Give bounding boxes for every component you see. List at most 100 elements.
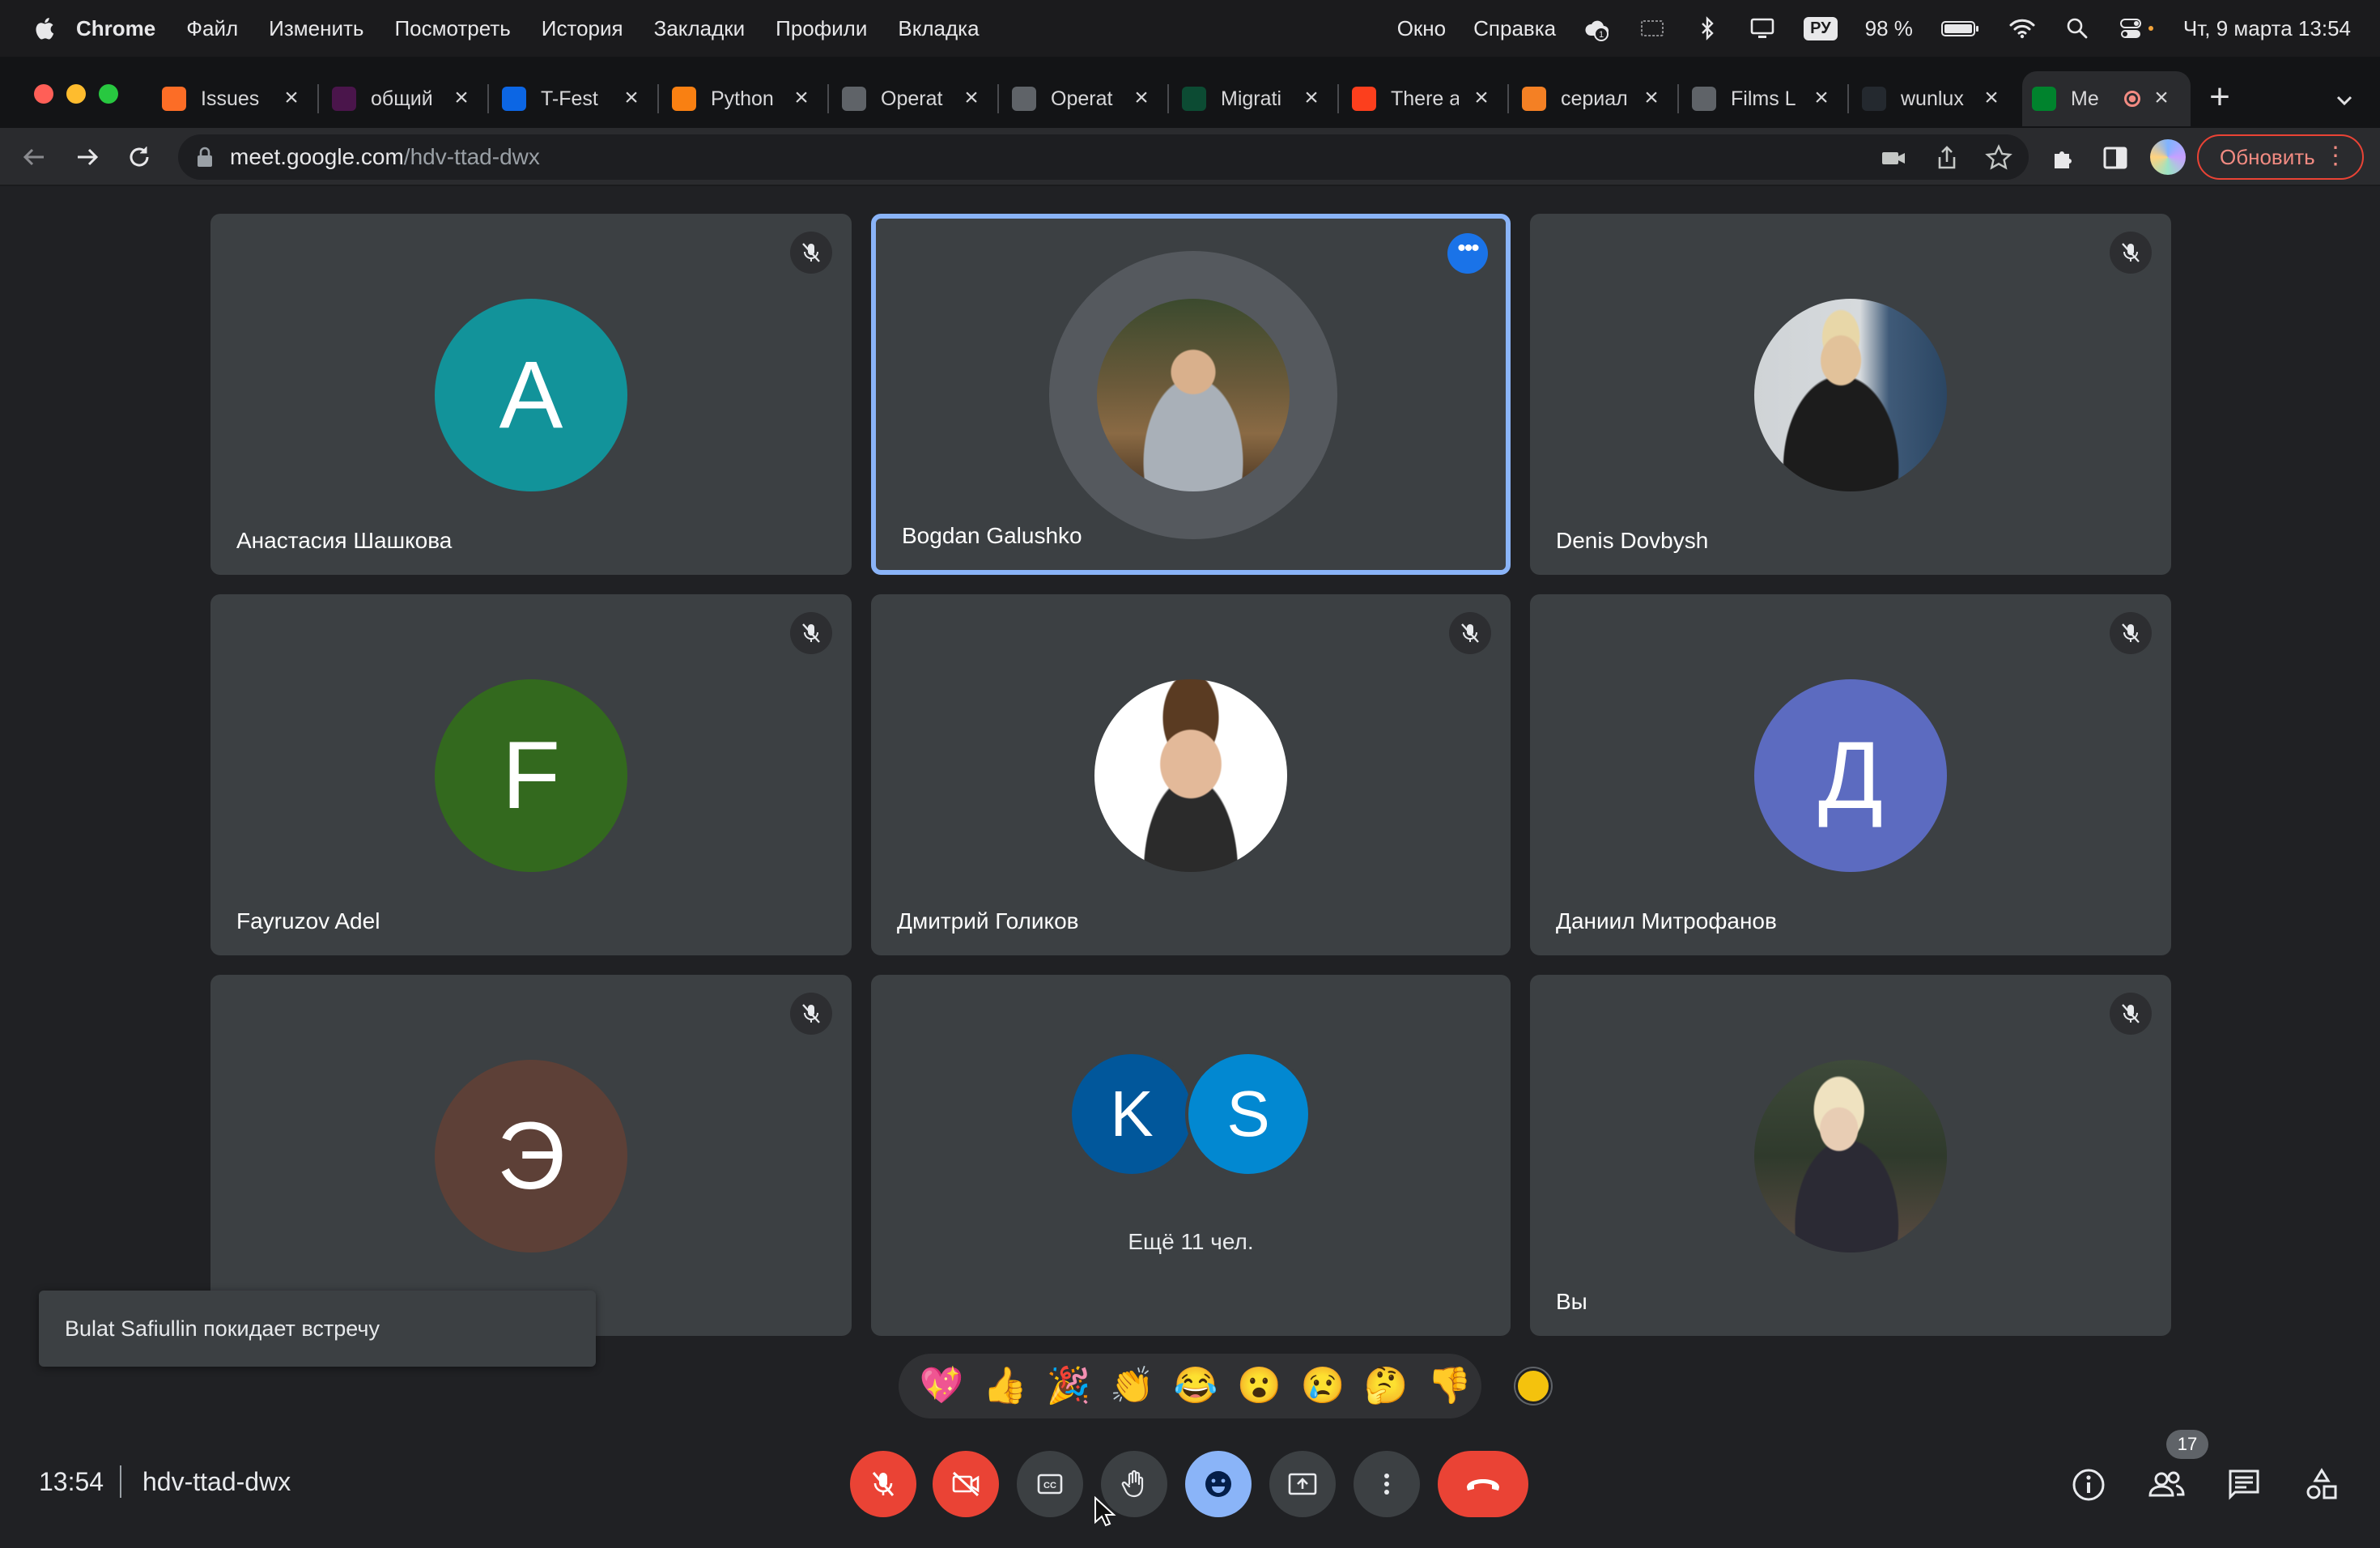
- reaction-emoji-button[interactable]: 👍: [973, 1358, 1036, 1414]
- meeting-info-icon[interactable]: [2066, 1462, 2111, 1508]
- participant-tile[interactable]: Э: [210, 975, 852, 1336]
- self-photo-avatar: [1754, 1060, 1947, 1252]
- kebab-menu-icon[interactable]: ⋮: [2323, 144, 2348, 168]
- tab-search-chevron-icon[interactable]: [2328, 84, 2361, 117]
- people-icon[interactable]: [2144, 1462, 2189, 1508]
- emoji-skin-tone-button[interactable]: [1515, 1368, 1551, 1404]
- meeting-code[interactable]: hdv-ttad-dwx: [142, 1467, 291, 1497]
- browser-tab[interactable]: Python ×: [662, 71, 831, 126]
- menu-profiles[interactable]: Профили: [776, 16, 867, 41]
- bluetooth-icon[interactable]: [1694, 15, 1721, 42]
- tab-close-icon[interactable]: ×: [1638, 86, 1664, 112]
- tab-close-icon[interactable]: ×: [1298, 86, 1324, 112]
- participant-tile-active-speaker[interactable]: ••• Bogdan Galushko: [871, 214, 1511, 575]
- tab-title: There a: [1391, 87, 1459, 110]
- reaction-emoji-button[interactable]: 👎: [1418, 1358, 1481, 1414]
- browser-tab[interactable]: Films L ×: [1682, 71, 1851, 126]
- browser-tab[interactable]: There a ×: [1342, 71, 1511, 126]
- window-close-button[interactable]: [34, 84, 53, 104]
- reaction-emoji-button[interactable]: 🤔: [1354, 1358, 1417, 1414]
- divider: [120, 1465, 121, 1498]
- bookmark-star-icon[interactable]: [1985, 144, 2012, 172]
- tab-close-icon[interactable]: ×: [1468, 86, 1494, 112]
- muted-mic-icon: [2110, 612, 2152, 654]
- tab-close-icon[interactable]: ×: [2148, 86, 2174, 112]
- browser-tab[interactable]: общий ×: [322, 71, 491, 126]
- address-bar[interactable]: meet.google.com /hdv-ttad-dwx: [178, 134, 2029, 180]
- participant-tile[interactable]: Denis Dovbysh: [1530, 214, 2171, 575]
- self-tile[interactable]: Вы: [1530, 975, 2171, 1336]
- browser-tab[interactable]: сериал ×: [1512, 71, 1681, 126]
- reaction-emoji-button[interactable]: 😢: [1291, 1358, 1354, 1414]
- battery-icon[interactable]: [1940, 15, 1981, 42]
- window-zoom-button[interactable]: [99, 84, 118, 104]
- update-chrome-button[interactable]: Обновить ⋮: [2197, 134, 2364, 180]
- back-arrow-icon[interactable]: [18, 141, 50, 173]
- menu-file[interactable]: Файл: [186, 16, 238, 41]
- tab-close-icon[interactable]: ×: [448, 86, 474, 112]
- forward-arrow-icon[interactable]: [71, 141, 104, 173]
- menu-edit[interactable]: Изменить: [269, 16, 363, 41]
- mic-toggle-button[interactable]: [850, 1451, 916, 1517]
- browser-tab[interactable]: Operat ×: [1002, 71, 1171, 126]
- participant-tile[interactable]: F Fayruzov Adel: [210, 594, 852, 955]
- reaction-emoji-button[interactable]: 💖: [910, 1358, 973, 1414]
- browser-tab[interactable]: Operat ×: [832, 71, 1001, 126]
- reaction-emoji-button[interactable]: 😮: [1227, 1358, 1290, 1414]
- tab-close-icon[interactable]: ×: [958, 86, 984, 112]
- menu-bookmarks[interactable]: Закладки: [654, 16, 746, 41]
- browser-tab[interactable]: wunlux ×: [1852, 71, 2021, 126]
- reload-icon[interactable]: [123, 141, 155, 173]
- send-reaction-button[interactable]: [1185, 1451, 1252, 1517]
- menu-help[interactable]: Справка: [1473, 16, 1556, 41]
- control-center-icon[interactable]: [2119, 15, 2156, 42]
- menu-view[interactable]: Посмотреть: [394, 16, 510, 41]
- participant-tile[interactable]: Дмитрий Голиков: [871, 594, 1511, 955]
- more-participants-tile[interactable]: K S Ещё 11 чел.: [871, 975, 1511, 1336]
- profile-avatar[interactable]: [2150, 139, 2186, 175]
- participant-photo-avatar: [1754, 299, 1947, 491]
- more-options-button[interactable]: [1354, 1451, 1420, 1517]
- captions-button[interactable]: CC: [1017, 1451, 1083, 1517]
- tab-close-icon[interactable]: ×: [788, 86, 814, 112]
- tab-close-icon[interactable]: ×: [1978, 86, 2004, 112]
- more-options-icon[interactable]: •••: [1447, 233, 1488, 274]
- browser-tab[interactable]: T-Fest ×: [492, 71, 661, 126]
- reaction-emoji-button[interactable]: 🎉: [1037, 1358, 1100, 1414]
- display-icon[interactable]: [1749, 15, 1776, 42]
- browser-tab[interactable]: Issues ×: [152, 71, 321, 126]
- spotlight-search-icon[interactable]: [2063, 15, 2091, 42]
- app-name-menu[interactable]: Chrome: [76, 16, 155, 41]
- share-icon[interactable]: [1933, 144, 1961, 172]
- present-screen-button[interactable]: [1269, 1451, 1336, 1517]
- tab-close-icon[interactable]: ×: [618, 86, 644, 112]
- participant-tile[interactable]: А Анастасия Шашкова: [210, 214, 852, 575]
- menu-tab[interactable]: Вкладка: [898, 16, 979, 41]
- input-language-indicator[interactable]: РУ: [1804, 16, 1838, 40]
- wifi-icon[interactable]: [2008, 15, 2036, 42]
- cloud-sync-icon[interactable]: 1: [1583, 15, 1611, 42]
- menubar-clock[interactable]: Чт, 9 марта 13:54: [2183, 16, 2351, 41]
- browser-tab[interactable]: Migrati ×: [1172, 71, 1341, 126]
- tab-close-icon[interactable]: ×: [1128, 86, 1154, 112]
- leave-call-button[interactable]: [1438, 1451, 1528, 1517]
- new-tab-button[interactable]: +: [2202, 79, 2238, 117]
- screen-mirroring-icon[interactable]: [1638, 15, 1666, 42]
- lock-icon[interactable]: [196, 147, 214, 168]
- reaction-emoji-button[interactable]: 😂: [1164, 1358, 1227, 1414]
- apple-logo-icon[interactable]: [31, 15, 55, 42]
- browser-tab[interactable]: Me ×: [2022, 71, 2191, 126]
- window-minimize-button[interactable]: [66, 84, 86, 104]
- participant-tile[interactable]: Д Даниил Митрофанов: [1530, 594, 2171, 955]
- menu-window[interactable]: Окно: [1397, 16, 1446, 41]
- chat-icon[interactable]: [2221, 1462, 2267, 1508]
- side-panel-icon[interactable]: [2102, 144, 2129, 172]
- tab-close-icon[interactable]: ×: [278, 86, 304, 112]
- camera-toggle-button[interactable]: [933, 1451, 999, 1517]
- activities-icon[interactable]: [2299, 1462, 2344, 1508]
- menu-history[interactable]: История: [542, 16, 623, 41]
- tab-close-icon[interactable]: ×: [1808, 86, 1834, 112]
- reaction-emoji-button[interactable]: 👏: [1100, 1358, 1163, 1414]
- camera-in-use-icon[interactable]: [1880, 144, 1907, 172]
- extensions-puzzle-icon[interactable]: [2050, 144, 2077, 172]
